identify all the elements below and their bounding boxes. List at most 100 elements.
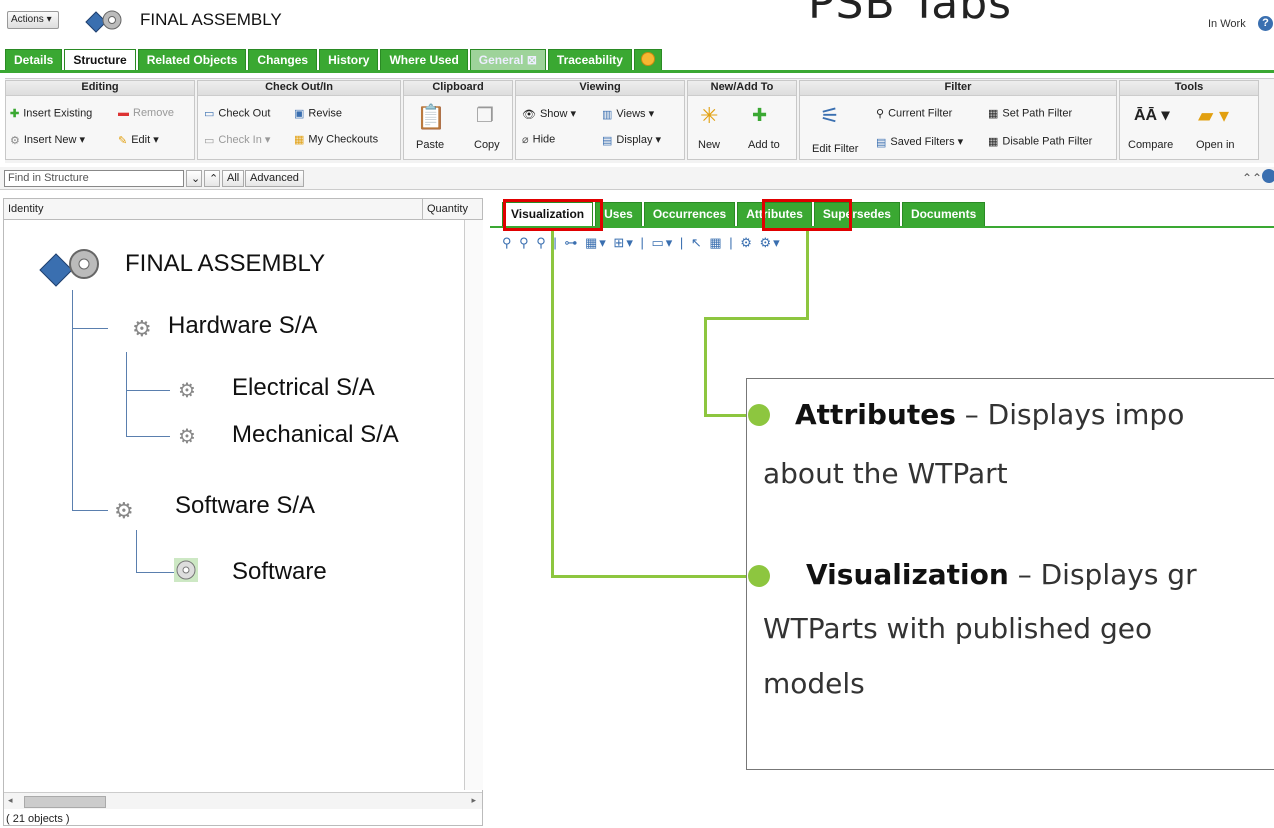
minus-icon: ▬ <box>118 107 129 120</box>
clipboard-group-title: Clipboard <box>404 81 512 96</box>
chevron-down-icon[interactable]: ⌄ <box>186 170 202 187</box>
gear-icon: ⚙ <box>178 380 196 402</box>
status-label: In Work <box>1208 18 1246 30</box>
open-in-button[interactable]: Open in <box>1196 139 1235 151</box>
visualization-toolbar[interactable]: ⚲ ⚲ ⚲ | ⊶ ▦▾ ⊞▾ | ▭▾ | ↖ ▦ | ⚙ ⚙▾ <box>502 235 782 253</box>
views-icon: ▥ <box>602 108 613 121</box>
gear-icon: ⚙ <box>114 498 134 523</box>
tab-structure[interactable]: Structure <box>64 49 136 72</box>
actions-menu-button[interactable]: Actions ▾ <box>7 11 59 29</box>
cd-icon <box>174 558 198 582</box>
tree-node-final-assembly[interactable]: FINAL ASSEMBLY <box>125 250 325 278</box>
tree-horizontal-scrollbar[interactable]: ◂ ▸ <box>4 792 482 809</box>
current-filter-button[interactable]: ⚲ Current Filter <box>876 107 952 120</box>
filter-group-title: Filter <box>800 81 1116 96</box>
set-path-filter-button[interactable]: ▦ Set Path Filter <box>988 107 1072 120</box>
tab-where-used[interactable]: Where Used <box>380 49 468 72</box>
tree-connector <box>126 436 170 437</box>
display-button[interactable]: ▤ Display ▾ <box>602 133 661 147</box>
collapse-icon[interactable]: ⌃⌃ <box>1242 171 1262 185</box>
display-icon: ▤ <box>602 134 613 147</box>
tab-general[interactable]: General ⊠ <box>469 49 546 72</box>
tree-connector <box>136 530 137 572</box>
gear-icon: ⚙ <box>178 426 196 448</box>
insert-new-button[interactable]: ⚙ Insert New ▾ <box>10 133 85 147</box>
tree-node-mechanical-sa[interactable]: Mechanical S/A <box>232 421 399 449</box>
find-in-structure-input[interactable]: Find in Structure <box>4 170 184 187</box>
check-out-button[interactable]: ▭ Check Out <box>204 107 270 120</box>
paste-button[interactable]: Paste <box>416 139 444 151</box>
gear-icon: ⚙ <box>10 134 20 147</box>
tree-connector <box>72 290 73 510</box>
revise-button[interactable]: ▣ Revise <box>294 107 342 120</box>
tab-divider <box>0 70 1274 73</box>
copy-icon: ❐ <box>476 105 494 127</box>
bullet-icon <box>748 404 770 426</box>
checkout-group-title: Check Out/In <box>198 81 400 96</box>
my-checkouts-button[interactable]: ▦ My Checkouts <box>294 133 378 146</box>
compare-icon: ĀĀ ▾ <box>1134 107 1170 124</box>
tab-history[interactable]: History <box>319 49 379 72</box>
help-icon[interactable]: ? <box>1258 16 1273 31</box>
compare-button[interactable]: Compare <box>1128 139 1173 151</box>
visualization-description-line2: WTParts with published geo <box>763 612 1153 645</box>
tree-node-software-sa[interactable]: Software S/A <box>175 492 315 520</box>
tree-connector <box>136 572 174 573</box>
tree-node-software[interactable]: Software <box>232 558 327 586</box>
edit-button[interactable]: ✎ Edit ▾ <box>118 133 159 147</box>
saved-filter-icon: ▤ <box>876 136 887 149</box>
visualization-highlight <box>503 199 603 231</box>
tab-changes[interactable]: Changes <box>248 49 318 72</box>
viewing-group-title: Viewing <box>516 81 684 96</box>
attributes-connector <box>704 317 707 417</box>
identity-column-header[interactable]: Identity <box>8 203 43 215</box>
tree-node-hardware-sa[interactable]: Hardware S/A <box>168 312 317 340</box>
attributes-description: Attributes – Displays impo <box>795 398 1185 431</box>
new-star-icon: ✳ <box>700 103 719 128</box>
tree-node-electrical-sa[interactable]: Electrical S/A <box>232 374 375 402</box>
tab-related-objects[interactable]: Related Objects <box>137 49 247 72</box>
visualization-connector <box>551 575 756 578</box>
newadd-group-title: New/Add To <box>688 81 796 96</box>
tab-documents[interactable]: Documents <box>901 202 986 227</box>
clipboard-group: Clipboard 📋 Paste ❐ Copy <box>403 80 513 160</box>
filter-group: Filter ⚟ Edit Filter ⚲ Current Filter ▦ Se… <box>799 80 1117 160</box>
show-button[interactable]: 👁 Show ▾ <box>522 107 576 121</box>
plus-icon: ✚ <box>10 108 20 120</box>
all-button[interactable]: All <box>222 170 245 187</box>
new-button[interactable]: New <box>698 139 720 151</box>
viewing-group: Viewing 👁 Show ▾ ▥ Views ▾ ⌀ Hide ▤ Display … <box>515 80 685 160</box>
refresh-icon[interactable] <box>1262 169 1274 183</box>
tab-traceability[interactable]: Traceability <box>547 49 632 72</box>
assembly-gear-icon <box>36 244 106 295</box>
add-to-button[interactable]: Add to <box>748 139 780 151</box>
check-in-button[interactable]: ▭ Check In ▾ <box>204 133 270 147</box>
editing-group-title: Editing <box>6 81 194 96</box>
tab-details[interactable]: Details <box>5 49 63 72</box>
hide-button[interactable]: ⌀ Hide <box>522 133 555 146</box>
views-button[interactable]: ▥ Views ▾ <box>602 107 654 121</box>
checkin-icon: ▭ <box>204 134 215 147</box>
tree-vertical-scrollbar[interactable] <box>464 220 483 790</box>
chevron-up-icon[interactable]: ⌃ <box>204 170 220 187</box>
insert-existing-button[interactable]: ✚ Insert Existing <box>10 107 92 120</box>
saved-filters-button[interactable]: ▤ Saved Filters ▾ <box>876 135 963 149</box>
visualization-connector <box>551 231 554 577</box>
edit-filter-button[interactable]: Edit Filter <box>812 143 858 155</box>
attributes-connector <box>806 231 809 319</box>
checkout-group: Check Out/In ▭ Check Out ▣ Revise ▭ Check I… <box>197 80 401 160</box>
tab-occurrences[interactable]: Occurrences <box>643 202 736 227</box>
column-divider <box>422 199 423 219</box>
visualization-description-line3: models <box>763 667 865 700</box>
close-icon[interactable]: ⊠ <box>527 53 537 67</box>
quantity-column-header[interactable]: Quantity <box>427 203 468 215</box>
folder-icon: ▰ ▾ <box>1198 105 1229 127</box>
disable-path-filter-button[interactable]: ▦ Disable Path Filter <box>988 135 1092 148</box>
advanced-button[interactable]: Advanced <box>245 170 304 187</box>
attributes-connector <box>704 317 809 320</box>
disable-filter-icon: ▦ <box>988 136 999 148</box>
remove-button[interactable]: ▬ Remove <box>118 107 174 119</box>
attributes-highlight <box>762 199 852 231</box>
copy-button[interactable]: Copy <box>474 139 500 151</box>
checkouts-icon: ▦ <box>294 134 305 146</box>
